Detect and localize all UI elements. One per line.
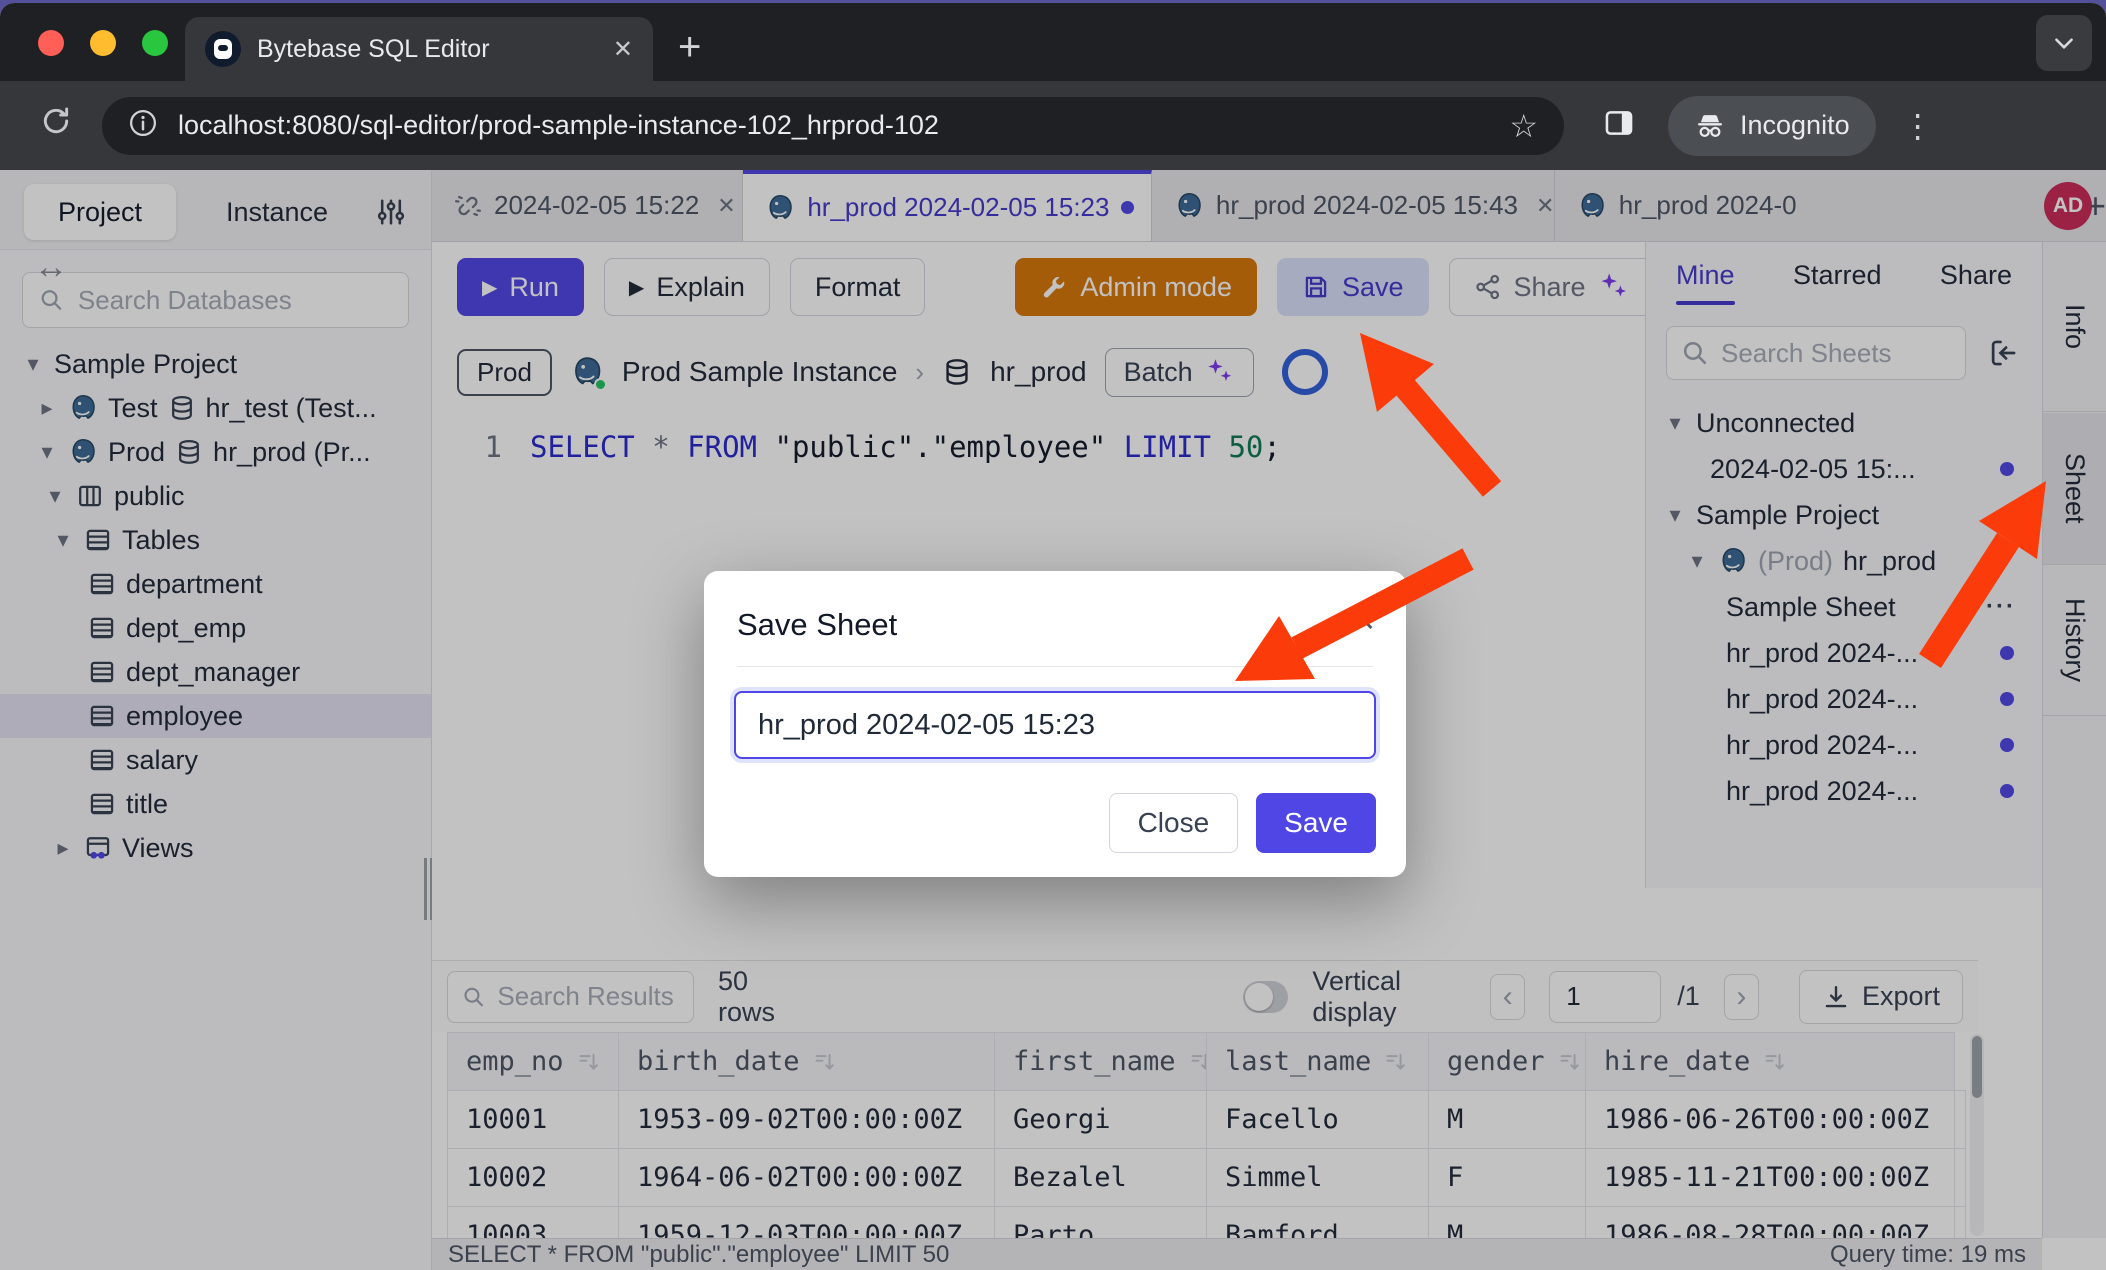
site-info-icon[interactable] xyxy=(128,108,158,143)
new-tab-button[interactable]: + xyxy=(678,25,701,69)
chevron-down-icon xyxy=(2051,30,2077,56)
incognito-badge[interactable]: Incognito xyxy=(1668,96,1876,156)
side-panel-button[interactable] xyxy=(1602,106,1636,145)
window-close-button[interactable] xyxy=(38,30,64,56)
modal-save-button[interactable]: Save xyxy=(1256,793,1376,853)
bytebase-favicon-icon xyxy=(205,31,241,67)
modal-divider xyxy=(737,666,1373,667)
sheet-name-input[interactable] xyxy=(734,691,1376,759)
reload-icon xyxy=(40,105,72,137)
browser-menu-icon[interactable]: ⋮ xyxy=(1902,107,1934,145)
bookmark-star-icon[interactable]: ☆ xyxy=(1509,107,1538,145)
url-text[interactable]: localhost:8080/sql-editor/prod-sample-in… xyxy=(178,110,1489,141)
modal-close-icon[interactable]: ✕ xyxy=(1353,605,1376,638)
tab-search-button[interactable] xyxy=(2036,15,2092,71)
address-bar[interactable]: localhost:8080/sql-editor/prod-sample-in… xyxy=(102,97,1564,155)
save-sheet-modal: Save Sheet ✕ Close Save xyxy=(704,571,1406,877)
incognito-label: Incognito xyxy=(1740,110,1850,141)
browser-window: Bytebase SQL Editor ✕ + ← → localhost:80… xyxy=(0,3,2106,1270)
browser-tab-strip: Bytebase SQL Editor ✕ + xyxy=(0,3,2106,81)
tab-close-icon[interactable]: ✕ xyxy=(613,35,633,64)
browser-tab[interactable]: Bytebase SQL Editor ✕ xyxy=(185,17,653,81)
incognito-icon xyxy=(1694,110,1726,142)
window-minimize-button[interactable] xyxy=(90,30,116,56)
window-zoom-button[interactable] xyxy=(142,30,168,56)
window-controls[interactable] xyxy=(38,30,168,56)
browser-url-row: ← → localhost:8080/sql-editor/prod-sampl… xyxy=(0,81,2106,170)
modal-title: Save Sheet xyxy=(737,607,897,643)
browser-tab-title: Bytebase SQL Editor xyxy=(257,35,597,64)
modal-close-button[interactable]: Close xyxy=(1109,793,1239,853)
reload-button[interactable] xyxy=(40,105,72,146)
